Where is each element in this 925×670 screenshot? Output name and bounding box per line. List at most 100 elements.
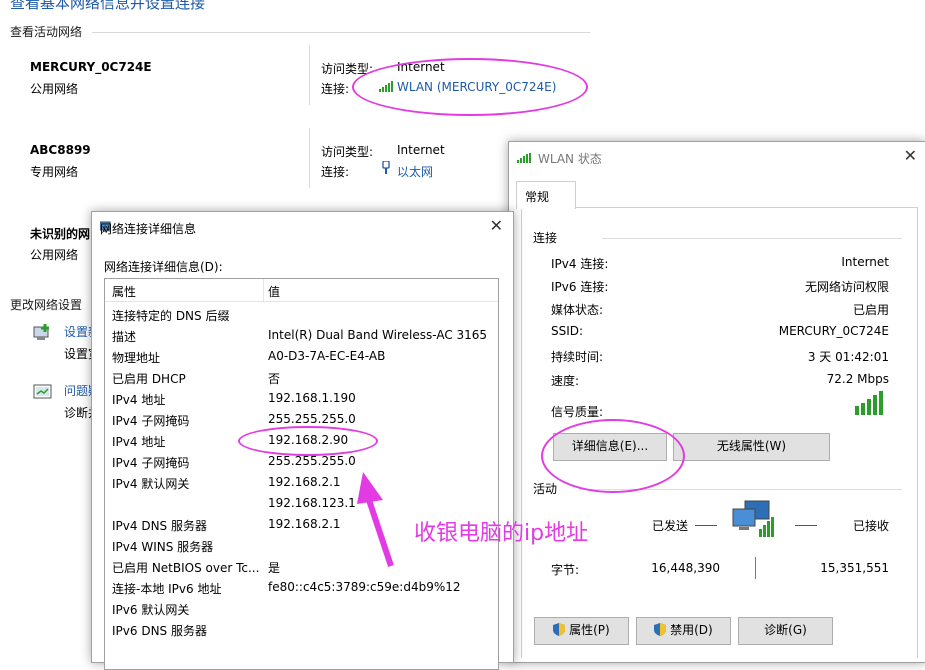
wifi-signal-icon: [517, 153, 531, 163]
field-value: 3 天 01:42:01: [807, 350, 889, 364]
table-row[interactable]: 描述 Intel(R) Dual Band Wireless-AC 3165: [105, 325, 498, 346]
table-row[interactable]: 192.168.123.1: [105, 493, 498, 514]
close-icon[interactable]: ✕: [490, 216, 503, 235]
change-settings-label: 更改网络设置: [10, 298, 83, 312]
row-value: 255.255.255.0: [268, 454, 356, 468]
wireless-properties-button[interactable]: 无线属性(W): [673, 433, 830, 461]
table-row[interactable]: 已启用 DHCP 否: [105, 367, 498, 388]
close-icon[interactable]: ✕: [904, 146, 917, 165]
network-type: 公用网络: [30, 82, 79, 96]
field-label: IPv6 连接:: [551, 280, 609, 294]
row-property: 连接-本地 IPv6 地址: [112, 582, 222, 596]
divider: [795, 525, 817, 526]
row-property: IPv4 子网掩码: [112, 456, 190, 470]
annotation-text: 收银电脑的ip地址: [414, 521, 589, 546]
table-row[interactable]: IPv4 地址 192.168.1.190: [105, 388, 498, 409]
connection-label: 连接:: [321, 82, 350, 96]
field-value: Internet: [841, 255, 889, 269]
disable-button-label: 禁用(D): [670, 623, 713, 637]
column-header-value[interactable]: 值: [268, 283, 280, 300]
diagnose-button[interactable]: 诊断(G): [738, 617, 833, 645]
troubleshoot-icon: [33, 384, 52, 399]
table-row[interactable]: 连接特定的 DNS 后缀: [105, 304, 498, 325]
bytes-label: 字节:: [551, 563, 580, 577]
activity-section-label: 活动: [533, 482, 558, 496]
properties-button[interactable]: 属性(P): [534, 617, 629, 645]
sent-label: 已发送: [652, 519, 689, 533]
received-label: 已接收: [852, 519, 889, 533]
row-property: IPv4 DNS 服务器: [112, 519, 207, 533]
row-value: 是: [268, 561, 281, 575]
row-value: 192.168.2.1: [268, 517, 341, 531]
window-title: WLAN 状态: [538, 152, 602, 166]
row-property: IPv4 子网掩码: [112, 414, 190, 428]
field-label: 持续时间:: [551, 350, 604, 364]
bytes-sent: 16,448,390: [651, 561, 720, 575]
network-type: 专用网络: [30, 165, 79, 179]
row-value: 255.255.255.0: [268, 412, 356, 426]
network-computers-icon: [732, 500, 774, 537]
field-value: MERCURY_0C724E: [778, 324, 889, 338]
access-type-value: Internet: [397, 143, 445, 157]
details-list-label: 网络连接详细信息(D):: [104, 260, 223, 274]
row-property: 已启用 DHCP: [112, 372, 186, 386]
row-value: Intel(R) Dual Band Wireless-AC 3165: [268, 328, 488, 342]
page-heading: 查看基本网络信息并设置连接: [10, 0, 206, 12]
field-value: 72.2 Mbps: [826, 372, 889, 386]
details-list[interactable]: 属性 值 连接特定的 DNS 后缀 描述 Intel(R) Dual Band W…: [104, 278, 499, 670]
bytes-received: 15,351,551: [820, 561, 889, 575]
row-property: IPv6 DNS 服务器: [112, 624, 207, 638]
row-value: 192.168.1.190: [268, 391, 356, 405]
row-property: 物理地址: [112, 351, 161, 365]
divider: [695, 525, 717, 526]
row-value: 192.168.2.1: [268, 475, 341, 489]
field-value: 已启用: [852, 303, 889, 317]
table-row[interactable]: IPv4 默认网关 192.168.2.1: [105, 472, 498, 493]
row-property: IPv4 地址: [112, 435, 166, 449]
field-label: 速度:: [551, 374, 580, 388]
divider: [309, 128, 310, 188]
table-row[interactable]: 物理地址 A0-D3-7A-EC-E4-AB: [105, 346, 498, 367]
access-type-label: 访问类型:: [321, 145, 374, 159]
row-value: 192.168.123.1: [268, 496, 356, 510]
divider: [755, 557, 756, 579]
connection-label: 连接:: [321, 165, 350, 179]
table-row[interactable]: IPv6 默认网关: [105, 598, 498, 619]
ethernet-icon: [382, 161, 390, 174]
ethernet-connection-link[interactable]: 以太网: [397, 163, 433, 180]
titlebar: 网络连接详细信息 ✕: [92, 212, 513, 242]
column-divider[interactable]: [263, 279, 264, 301]
tab-label: 常规: [525, 190, 550, 204]
disable-button[interactable]: 禁用(D): [636, 617, 731, 645]
column-header-property[interactable]: 属性: [112, 283, 136, 300]
signal-strength-icon: [855, 391, 883, 415]
network-type: 公用网络: [30, 248, 79, 262]
field-value: 无网络访问权限: [804, 280, 889, 294]
list-header: 属性 值: [105, 279, 498, 302]
highlight-ellipse: [238, 426, 378, 456]
annotation-arrow-icon: [357, 472, 394, 567]
dialog-title: 网络连接详细信息: [100, 222, 197, 236]
divider: [92, 32, 590, 33]
row-property: IPv6 默认网关: [112, 603, 190, 617]
table-row[interactable]: 已启用 NetBIOS over Tc... 是: [105, 556, 498, 577]
tab-general[interactable]: 常规: [516, 181, 576, 209]
row-property: IPv4 地址: [112, 393, 166, 407]
connection-details-dialog: 网络连接详细信息 ✕ 网络连接详细信息(D): 属性 值 连接特定的 DNS 后…: [91, 211, 514, 670]
row-property: 连接特定的 DNS 后缀: [112, 309, 230, 323]
wlan-status-window: WLAN 状态 ✕ 常规 连接 IPv4 连接: Internet IPv6 连…: [508, 141, 925, 663]
shield-icon: [553, 623, 566, 636]
network-name: ABC8899: [30, 143, 91, 157]
table-row[interactable]: IPv6 DNS 服务器: [105, 619, 498, 640]
row-property: 描述: [112, 330, 137, 344]
row-value: A0-D3-7A-EC-E4-AB: [268, 349, 386, 363]
titlebar: WLAN 状态 ✕: [509, 142, 925, 172]
table-row[interactable]: 连接-本地 IPv6 地址 fe80::c4c5:3789:c59e:d4b9%1…: [105, 577, 498, 598]
row-property: IPv4 WINS 服务器: [112, 540, 214, 554]
field-label: 媒体状态:: [551, 303, 604, 317]
properties-button-label: 属性(P): [569, 623, 610, 637]
network-name: 未识别的网: [30, 227, 91, 241]
field-label: IPv4 连接:: [551, 257, 609, 271]
network-name: MERCURY_0C724E: [30, 60, 152, 74]
new-connection-icon: [33, 324, 49, 340]
